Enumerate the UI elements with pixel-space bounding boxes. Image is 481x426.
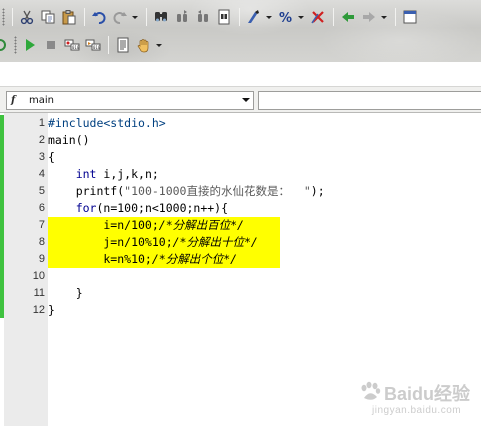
go-forward-icon[interactable] bbox=[359, 7, 378, 27]
function-icon: f bbox=[11, 95, 16, 106]
code-text: (n=100;n<1000;n++){ bbox=[96, 201, 229, 215]
percent-icon[interactable]: % bbox=[276, 7, 295, 27]
toggle-bookmark-icon[interactable] bbox=[244, 7, 263, 27]
line-number: 4 bbox=[38, 168, 45, 180]
code-text: } bbox=[48, 303, 55, 317]
window-icon[interactable] bbox=[400, 7, 419, 27]
navigation-bar: f main bbox=[0, 86, 481, 113]
watermark-brand: Baidu经验 bbox=[384, 384, 471, 404]
stop-icon[interactable] bbox=[41, 35, 60, 55]
line-number: 1 bbox=[38, 117, 45, 129]
line-number: 10 bbox=[32, 270, 45, 282]
copy-icon[interactable] bbox=[38, 7, 57, 27]
percent-dropdown-icon[interactable] bbox=[297, 7, 304, 27]
find-prev-icon[interactable] bbox=[193, 7, 212, 27]
code-line[interactable]: int i,j,k,n; bbox=[48, 166, 481, 183]
code-preprocessor: #include<stdio.h> bbox=[48, 116, 166, 130]
code-text: i=n/100; bbox=[48, 218, 159, 232]
code-text: k=n%10; bbox=[48, 252, 152, 266]
find-icon[interactable] bbox=[151, 7, 170, 27]
find-in-files-icon[interactable] bbox=[214, 7, 233, 27]
code-line[interactable]: #include<stdio.h> bbox=[48, 115, 481, 132]
toolbar-grip[interactable] bbox=[14, 36, 17, 54]
code-line[interactable]: main() bbox=[48, 132, 481, 149]
toolbar-area: % 010 010 bbox=[0, 0, 481, 62]
code-text: printf( bbox=[48, 184, 125, 198]
code-text: } bbox=[48, 286, 83, 300]
paste-icon[interactable] bbox=[59, 7, 78, 27]
forward-dropdown-icon[interactable] bbox=[380, 7, 387, 27]
symbol-dropdown[interactable]: f main bbox=[6, 91, 254, 110]
member-dropdown[interactable] bbox=[258, 91, 481, 110]
svg-text:010: 010 bbox=[93, 45, 101, 50]
code-line[interactable]: } bbox=[48, 285, 481, 302]
code-text: { bbox=[48, 150, 55, 164]
toolbar-separator bbox=[84, 8, 85, 26]
code-keyword: for bbox=[75, 201, 97, 215]
run-icon[interactable] bbox=[20, 35, 39, 55]
redo-icon[interactable] bbox=[110, 7, 129, 27]
watermark-url: jingyan.baidu.com bbox=[372, 405, 462, 416]
code-text: j=n/10%10; bbox=[48, 235, 173, 249]
code-line[interactable]: { bbox=[48, 149, 481, 166]
line-number: 12 bbox=[32, 304, 45, 316]
build-toolbar: 010 010 bbox=[0, 32, 166, 58]
step-icon[interactable]: 010 bbox=[83, 35, 102, 55]
code-string: "100-1000直接的水仙花数是： " bbox=[124, 184, 311, 198]
code-text: ); bbox=[310, 184, 325, 198]
redo-dropdown-icon[interactable] bbox=[131, 7, 138, 27]
line-number: 11 bbox=[33, 287, 45, 299]
partial-icon[interactable] bbox=[0, 35, 6, 55]
code-line[interactable]: } bbox=[48, 302, 481, 319]
go-back-icon[interactable] bbox=[338, 7, 357, 27]
find-next-icon[interactable] bbox=[172, 7, 191, 27]
cut-icon[interactable] bbox=[17, 7, 36, 27]
toolbar-separator bbox=[239, 8, 240, 26]
line-number: 6 bbox=[38, 202, 45, 214]
code-text: main() bbox=[48, 133, 90, 147]
line-number: 8 bbox=[38, 236, 45, 248]
bookmark-dropdown-icon[interactable] bbox=[265, 7, 272, 27]
line-number: 7 bbox=[38, 219, 45, 231]
toolbar-separator bbox=[12, 8, 13, 26]
toolbar-separator bbox=[108, 36, 109, 54]
code-comment: /*分解出个位*/ bbox=[151, 252, 238, 266]
svg-text:010: 010 bbox=[72, 45, 80, 50]
line-number: 5 bbox=[38, 185, 45, 197]
line-number: 2 bbox=[38, 134, 45, 146]
code-line[interactable]: j=n/10%10;/*分解出十位*/ bbox=[48, 234, 481, 251]
hand-dropdown-icon[interactable] bbox=[155, 35, 162, 55]
symbol-name: main bbox=[29, 95, 54, 106]
toolbar-separator bbox=[333, 8, 334, 26]
document-icon[interactable] bbox=[113, 35, 132, 55]
code-comment: /*分解出百位*/ bbox=[158, 218, 244, 232]
standard-toolbar: % bbox=[0, 4, 421, 30]
code-line[interactable]: printf("100-1000直接的水仙花数是： "); bbox=[48, 183, 481, 200]
delete-bookmark-icon[interactable] bbox=[308, 7, 327, 27]
watermark: Baidu经验 jingyan.baidu.com bbox=[354, 378, 476, 422]
hand-icon[interactable] bbox=[134, 35, 153, 55]
breakpoint-icon[interactable]: 010 bbox=[62, 35, 81, 55]
line-number: 9 bbox=[38, 253, 45, 265]
code-comment: /*分解出十位*/ bbox=[172, 235, 258, 249]
svg-text:%: % bbox=[279, 11, 292, 25]
line-number-gutter: 1 2 3 4 5 6 7 8 9 10 11 12 bbox=[4, 113, 48, 426]
undo-icon[interactable] bbox=[89, 7, 108, 27]
toolbar-grip[interactable] bbox=[2, 8, 5, 26]
line-number: 3 bbox=[38, 151, 45, 163]
toolbar-separator bbox=[146, 8, 147, 26]
code-text: i,j,k,n; bbox=[96, 167, 159, 181]
chevron-down-icon[interactable] bbox=[242, 98, 250, 102]
code-line[interactable] bbox=[48, 268, 481, 285]
paw-logo-icon bbox=[361, 381, 381, 400]
code-line[interactable]: for(n=100;n<1000;n++){ bbox=[48, 200, 481, 217]
code-line[interactable]: i=n/100;/*分解出百位*/ bbox=[48, 217, 481, 234]
code-keyword: int bbox=[75, 167, 97, 181]
toolbar-separator bbox=[395, 8, 396, 26]
code-line[interactable]: k=n%10;/*分解出个位*/ bbox=[48, 251, 481, 268]
